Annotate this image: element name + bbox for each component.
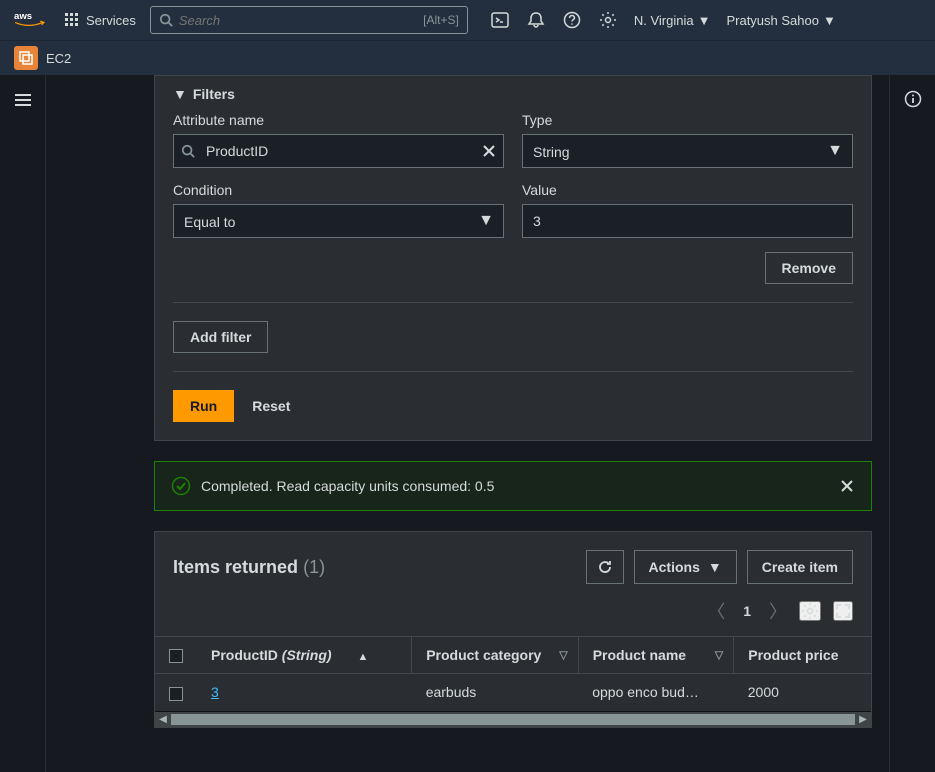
column-pk-type: (String) xyxy=(282,647,332,663)
items-count: (1) xyxy=(303,557,325,577)
value-input[interactable] xyxy=(522,204,853,238)
svg-text:aws: aws xyxy=(14,11,32,22)
column-header-category[interactable]: Product category ▽ xyxy=(412,637,579,674)
type-value: String xyxy=(533,144,570,160)
condition-label: Condition xyxy=(173,182,504,198)
add-filter-button[interactable]: Add filter xyxy=(173,321,268,353)
column-menu-icon[interactable]: ▽ xyxy=(559,649,567,662)
right-rail xyxy=(889,75,935,772)
actions-dropdown[interactable]: Actions ▼ xyxy=(634,550,737,584)
cell-price: 2000 xyxy=(734,674,871,711)
region-label: N. Virginia xyxy=(634,13,694,28)
prev-page-button[interactable]: 〈 xyxy=(707,598,725,624)
column-header-name[interactable]: Product name ▽ xyxy=(578,637,734,674)
nav-toggle-icon[interactable] xyxy=(12,89,34,111)
attribute-name-label: Attribute name xyxy=(173,112,504,128)
divider xyxy=(173,302,853,303)
banner-message: Completed. Read capacity units consumed:… xyxy=(201,478,494,494)
refresh-button[interactable] xyxy=(586,550,624,584)
column-cat-label: Product category xyxy=(426,647,541,663)
value-label: Value xyxy=(522,182,853,198)
next-page-button[interactable]: 〉 xyxy=(769,598,787,624)
filters-panel: ▼ Filters Attribute name xyxy=(154,75,872,441)
items-title: Items returned (1) xyxy=(173,557,325,578)
sort-asc-icon: ▲ xyxy=(357,651,368,663)
clear-input-icon[interactable] xyxy=(482,144,496,158)
horizontal-scrollbar[interactable]: ◀ ▶ xyxy=(155,711,871,727)
condition-value: Equal to xyxy=(184,214,235,230)
expand-icon xyxy=(835,603,851,619)
info-panel-toggle[interactable] xyxy=(903,89,923,109)
collapse-caret-icon: ▼ xyxy=(173,86,187,102)
grid-icon xyxy=(64,12,80,28)
create-item-button[interactable]: Create item xyxy=(747,550,853,584)
caret-down-icon: ▼ xyxy=(823,13,836,28)
table-settings-button[interactable] xyxy=(799,601,821,621)
column-menu-icon[interactable]: ▽ xyxy=(715,649,723,662)
search-icon xyxy=(181,144,195,158)
search-shortcut: [Alt+S] xyxy=(423,13,459,27)
region-selector[interactable]: N. Virginia ▼ xyxy=(634,13,711,28)
page-number: 1 xyxy=(737,603,757,619)
user-label: Pratyush Sahoo xyxy=(726,13,819,28)
help-icon[interactable] xyxy=(562,10,582,30)
divider xyxy=(173,371,853,372)
caret-down-icon: ▼ xyxy=(708,559,722,575)
type-select[interactable]: String xyxy=(522,134,853,168)
column-header-productid[interactable]: ProductID (String) ▲ xyxy=(197,637,412,674)
type-label: Type xyxy=(522,112,853,128)
services-label: Services xyxy=(86,13,136,28)
scroll-track[interactable] xyxy=(171,712,855,727)
column-header-price[interactable]: Product price xyxy=(734,637,871,674)
left-nav xyxy=(0,75,46,772)
gear-icon xyxy=(801,602,819,620)
reset-button[interactable]: Reset xyxy=(252,398,290,414)
global-search-input[interactable] xyxy=(179,13,423,28)
scroll-right-icon[interactable]: ▶ xyxy=(855,712,871,728)
notifications-icon[interactable] xyxy=(526,10,546,30)
run-button[interactable]: Run xyxy=(173,390,234,422)
row-checkbox[interactable] xyxy=(169,687,183,701)
aws-logo[interactable]: aws xyxy=(14,9,50,31)
cell-category: earbuds xyxy=(412,674,579,711)
attribute-name-input[interactable] xyxy=(173,134,504,168)
column-name-label: Product name xyxy=(593,647,686,663)
table-row: 3 earbuds oppo enco bud… 2000 xyxy=(155,674,871,711)
settings-icon[interactable] xyxy=(598,10,618,30)
banner-close-icon[interactable] xyxy=(839,478,855,494)
info-icon xyxy=(904,90,922,108)
filters-title: Filters xyxy=(193,86,235,102)
item-id-link[interactable]: 3 xyxy=(211,684,219,700)
select-all-checkbox[interactable] xyxy=(169,649,183,663)
remove-filter-button[interactable]: Remove xyxy=(765,252,853,284)
global-header: aws Services [Alt+S] N. Virginia ▼ Praty… xyxy=(0,0,935,40)
filters-header[interactable]: ▼ Filters xyxy=(173,76,853,112)
cell-name: oppo enco bud… xyxy=(578,674,734,711)
fullscreen-button[interactable] xyxy=(833,601,853,621)
results-table: ProductID (String) ▲ Product category ▽ … xyxy=(155,636,871,711)
actions-label: Actions xyxy=(649,559,700,575)
scroll-thumb[interactable] xyxy=(171,714,855,725)
success-check-icon xyxy=(171,476,191,496)
refresh-icon xyxy=(597,559,613,575)
caret-down-icon: ▼ xyxy=(698,13,711,28)
scroll-left-icon[interactable]: ◀ xyxy=(155,712,171,728)
success-banner: Completed. Read capacity units consumed:… xyxy=(154,461,872,511)
cloudshell-icon[interactable] xyxy=(490,10,510,30)
items-panel: Items returned (1) Actions ▼ Create item xyxy=(154,531,872,728)
condition-select[interactable]: Equal to xyxy=(173,204,504,238)
service-label[interactable]: EC2 xyxy=(46,51,71,66)
account-menu[interactable]: Pratyush Sahoo ▼ xyxy=(726,13,835,28)
column-price-label: Product price xyxy=(748,647,838,663)
search-icon xyxy=(159,13,173,27)
ec2-service-icon[interactable] xyxy=(14,46,38,70)
column-pk-name: ProductID xyxy=(211,647,278,663)
service-breadcrumb: EC2 xyxy=(0,40,935,75)
items-title-text: Items returned xyxy=(173,557,298,577)
services-menu[interactable]: Services xyxy=(64,12,136,28)
global-search[interactable]: [Alt+S] xyxy=(150,6,468,34)
